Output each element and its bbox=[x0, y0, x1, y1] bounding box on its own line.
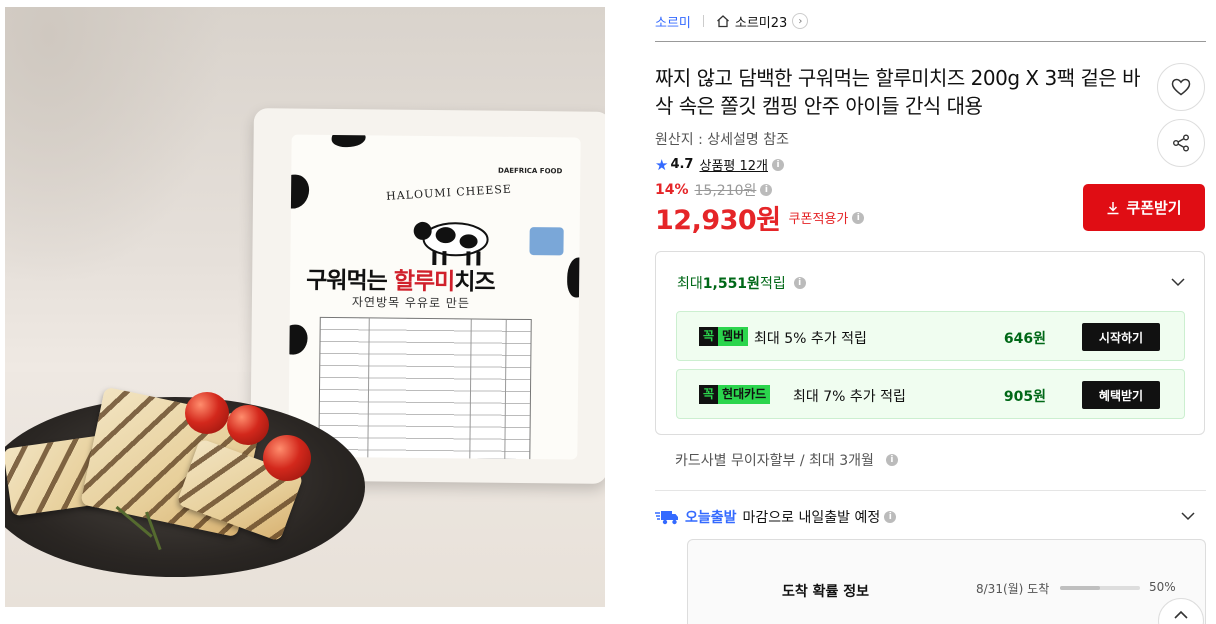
price-row: 12,930원 쿠폰적용가 i bbox=[655, 198, 865, 237]
perk-text: 최대 5% 추가 적립 bbox=[754, 331, 867, 347]
cow-spot bbox=[288, 324, 308, 355]
probability-bar-fill bbox=[1060, 586, 1100, 590]
perk-text: 최대 7% 추가 적립 bbox=[793, 389, 906, 405]
breadcrumb: 소르미 소르미23 › bbox=[655, 10, 809, 32]
discount-row: 14% 15,210원 i bbox=[655, 180, 773, 200]
product-title: 짜지 않고 담백한 구워먹는 할루미치즈 200g X 3팩 겉은 바삭 속은 … bbox=[655, 66, 1141, 118]
package-headline: 구워먹는 할루미치즈 bbox=[306, 261, 495, 297]
delivery-brand: 오늘출발 bbox=[685, 510, 737, 526]
sale-price: 12,930원 bbox=[655, 205, 781, 236]
arrival-probability-box: 도착 확률 정보 8/31(월) 도착 50% bbox=[687, 539, 1206, 624]
cow-illustration bbox=[413, 221, 489, 266]
chevron-down-icon[interactable] bbox=[1180, 508, 1196, 524]
original-price: 15,210원 bbox=[694, 183, 757, 199]
coupon-download-button[interactable]: 쿠폰받기 bbox=[1083, 184, 1205, 231]
perk-amount: 646원 bbox=[1003, 331, 1046, 347]
milk-badge bbox=[529, 227, 564, 256]
info-icon[interactable]: i bbox=[772, 158, 784, 171]
reward-header[interactable]: 최대 1,551원 적립 i bbox=[677, 273, 806, 293]
wow-member-badge: 꼭 멤버 bbox=[699, 327, 749, 346]
hyundai-card-badge: 꼭 현대카드 bbox=[699, 385, 771, 404]
badge-prefix: 꼭 bbox=[699, 385, 719, 404]
perk-member: 꼭 멤버 최대 5% 추가 적립 646원 시작하기 bbox=[676, 311, 1185, 361]
coupon-button-label: 쿠폰받기 bbox=[1126, 199, 1182, 217]
headline-part: 구워먹는 bbox=[306, 267, 394, 295]
share-button[interactable] bbox=[1157, 119, 1205, 167]
info-icon[interactable]: i bbox=[793, 277, 806, 289]
section-divider bbox=[655, 490, 1206, 491]
wishlist-button[interactable] bbox=[1157, 63, 1205, 111]
start-membership-button[interactable]: 시작하기 bbox=[1082, 323, 1160, 351]
breadcrumb-divider bbox=[702, 15, 704, 27]
coupon-price-label: 쿠폰적용가 bbox=[788, 212, 849, 227]
discount-percent: 14% bbox=[655, 182, 689, 198]
rating-score: 4.7 bbox=[670, 157, 694, 172]
cow-spot bbox=[288, 174, 310, 209]
probability-label: 도착 확률 정보 bbox=[782, 584, 870, 600]
perk-amount: 905원 bbox=[1003, 389, 1046, 405]
package-label: DAEFRICA FOOD HALOUMI CHEESE 구워먹는 할루미치즈 … bbox=[288, 134, 581, 460]
tomato bbox=[185, 392, 229, 434]
table-divider bbox=[469, 319, 472, 460]
info-icon[interactable]: i bbox=[884, 511, 897, 523]
product-image[interactable]: DAEFRICA FOOD HALOUMI CHEESE 구워먹는 할루미치즈 … bbox=[5, 7, 605, 607]
delivery-text: 마감으로 내일출발 예정 bbox=[742, 510, 881, 526]
chevron-down-icon[interactable] bbox=[1170, 274, 1186, 290]
arrival-date: 8/31(월) 도착 bbox=[976, 582, 1050, 596]
badge-name: 멤버 bbox=[718, 327, 749, 346]
reward-prefix: 최대 bbox=[677, 276, 703, 292]
header-divider bbox=[655, 41, 1206, 42]
info-icon[interactable]: i bbox=[852, 211, 865, 224]
get-benefit-button[interactable]: 혜택받기 bbox=[1082, 381, 1160, 409]
headline-part: 치즈 bbox=[454, 269, 495, 296]
probability-bar bbox=[1060, 586, 1140, 590]
table-divider bbox=[367, 318, 370, 460]
origin-text: 원산지 : 상세설명 참조 bbox=[655, 132, 789, 148]
probability-percent: 50% bbox=[1149, 580, 1176, 594]
download-icon bbox=[1107, 201, 1119, 214]
reward-suffix: 적립 bbox=[759, 276, 786, 292]
reward-box: 최대 1,551원 적립 i 꼭 멤버 최대 5% 추가 적립 646원 시작하기… bbox=[655, 251, 1205, 435]
installment-info: 카드사별 무이자할부 / 최대 3개월 i bbox=[675, 450, 898, 470]
info-icon[interactable]: i bbox=[885, 454, 898, 466]
shop-link[interactable]: 소르미23 bbox=[735, 12, 787, 31]
package-english-name: HALOUMI CHEESE bbox=[385, 182, 513, 203]
tomato bbox=[263, 435, 311, 481]
badge-name: 현대카드 bbox=[718, 385, 771, 404]
star-icon: ★ bbox=[655, 155, 669, 174]
perk-card: 꼭 현대카드 최대 7% 추가 적립 905원 혜택받기 bbox=[676, 369, 1185, 419]
home-icon bbox=[716, 15, 729, 28]
tomato bbox=[227, 405, 269, 445]
cow-spot bbox=[566, 257, 581, 298]
package-brand: DAEFRICA FOOD bbox=[497, 166, 563, 176]
installment-text: 카드사별 무이자할부 / 최대 3개월 bbox=[675, 453, 874, 469]
share-icon bbox=[1173, 134, 1189, 152]
rating-row: ★ 4.7 상품평 12개 i bbox=[655, 155, 784, 174]
truck-icon bbox=[655, 511, 678, 525]
arrow-up-icon bbox=[1174, 610, 1188, 619]
headline-highlight: 할루미 bbox=[393, 268, 455, 296]
badge-prefix: 꼭 bbox=[699, 327, 719, 346]
reward-amount: 1,551원 bbox=[702, 276, 760, 292]
nutrition-table bbox=[318, 316, 532, 460]
review-count-link[interactable]: 상품평 12개 bbox=[699, 155, 768, 174]
chevron-right-icon[interactable]: › bbox=[792, 13, 809, 29]
info-icon[interactable]: i bbox=[760, 184, 773, 196]
delivery-row[interactable]: 오늘출발 마감으로 내일출발 예정 i bbox=[655, 507, 897, 527]
cow-spot bbox=[331, 134, 366, 148]
seller-link[interactable]: 소르미 bbox=[655, 12, 691, 31]
heart-icon bbox=[1171, 78, 1191, 96]
background-shadow bbox=[5, 7, 225, 287]
package-subtitle: 자연방목 우유로 만든 bbox=[351, 295, 470, 311]
table-divider bbox=[504, 319, 507, 460]
